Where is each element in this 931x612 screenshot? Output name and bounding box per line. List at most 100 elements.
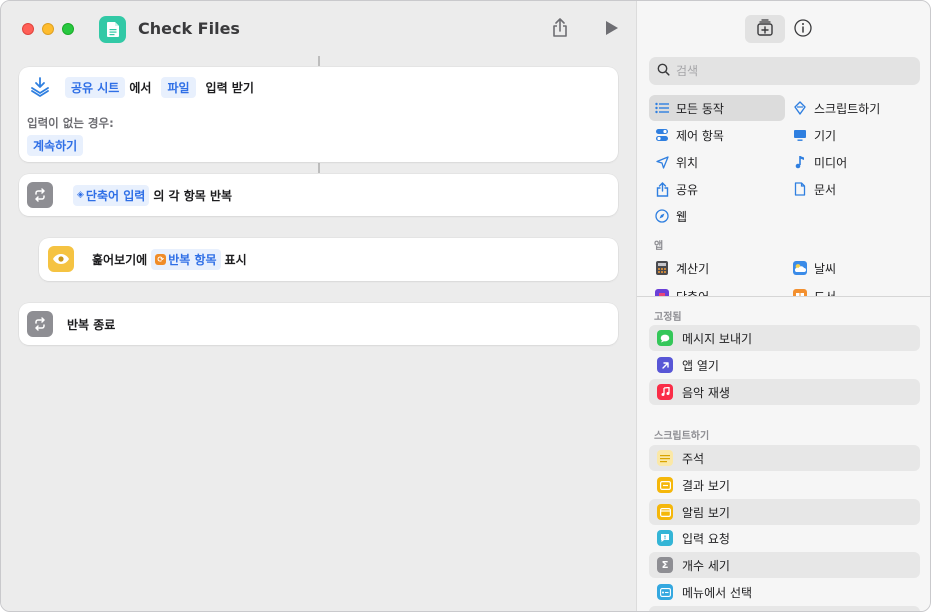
weather-icon bbox=[793, 261, 807, 275]
category-scripting[interactable]: 스크립트하기 bbox=[787, 95, 923, 121]
quick-look-prefix: 훑어보기에 bbox=[92, 252, 148, 267]
shortcuts-window: Check Files 공유 시트 에서 파일 입력 받기 입력이 없는 경우:… bbox=[0, 0, 931, 612]
category-location[interactable]: 위치 bbox=[649, 149, 785, 175]
app-list-clip: 단축어 도서 bbox=[637, 283, 930, 296]
shortcut-input-token[interactable]: ◈ 단축어 입력 bbox=[73, 184, 150, 206]
flow-connector bbox=[318, 56, 320, 66]
share-icon bbox=[655, 181, 669, 197]
menu-icon bbox=[657, 584, 673, 600]
app-books[interactable]: 도서 bbox=[787, 283, 923, 296]
category-label: 기기 bbox=[814, 128, 837, 143]
app-label: 도서 bbox=[814, 288, 836, 297]
close-button[interactable] bbox=[22, 23, 34, 35]
end-repeat-label: 반복 종료 bbox=[67, 317, 116, 332]
pinned-item-play-music[interactable]: 음악 재생 bbox=[649, 379, 920, 405]
repeat-icon bbox=[27, 182, 53, 208]
eye-icon bbox=[48, 246, 74, 272]
receive-input-action[interactable]: 공유 시트 에서 파일 입력 받기 입력이 없는 경우: 계속하기 bbox=[19, 67, 618, 162]
repeat-each-label: 의 각 항목 반복 bbox=[153, 188, 233, 203]
scripting-label: 입력 요청 bbox=[682, 531, 730, 546]
zoom-button[interactable] bbox=[62, 23, 74, 35]
sigma-icon: Σ bbox=[657, 557, 673, 573]
scripting-item-ask-input[interactable]: 입력 요청 bbox=[649, 525, 920, 551]
category-web[interactable]: 웹 bbox=[649, 203, 785, 229]
play-icon bbox=[605, 21, 619, 39]
category-device[interactable]: 기기 bbox=[787, 122, 923, 148]
scripting-label: 주석 bbox=[682, 451, 705, 466]
document-app-icon[interactable] bbox=[99, 16, 126, 43]
scripting-item-choose-from-menu[interactable]: 메뉴에서 선택 bbox=[649, 579, 920, 605]
pinned-item-open-app[interactable]: 앱 열기 bbox=[649, 352, 920, 378]
quick-look-action[interactable]: 훑어보기에 ⟳ 반복 항목 표시 bbox=[39, 238, 618, 281]
scripting-item-count[interactable]: Σ 개수 세기 bbox=[649, 552, 920, 578]
no-input-label: 입력이 없는 경우: bbox=[27, 116, 114, 130]
script-icon bbox=[793, 101, 807, 115]
category-label: 위치 bbox=[676, 155, 699, 170]
library-tab-button[interactable] bbox=[745, 15, 785, 43]
app-calculator[interactable]: 계산기 bbox=[649, 255, 785, 281]
receive-input-label: 입력 받기 bbox=[205, 80, 254, 95]
shortcuts-input-icon: ◈ bbox=[77, 190, 84, 200]
shortcut-input-label: 단축어 입력 bbox=[85, 188, 146, 203]
pinned-item-send-message[interactable]: 메시지 보내기 bbox=[649, 325, 920, 351]
scripting-item-show-alert[interactable]: 알림 보기 bbox=[649, 499, 920, 525]
action-library-pane: 모든 동작 스크립트하기 제어 항목 기기 bbox=[636, 1, 930, 611]
continue-token[interactable]: 계속하기 bbox=[27, 135, 84, 156]
category-controls[interactable]: 제어 항목 bbox=[649, 122, 785, 148]
display-icon bbox=[793, 128, 807, 142]
app-shortcuts[interactable]: 단축어 bbox=[649, 283, 785, 296]
calculator-icon bbox=[655, 261, 669, 275]
open-app-icon bbox=[657, 357, 673, 373]
flow-connector bbox=[318, 163, 320, 173]
list-icon bbox=[655, 101, 669, 115]
apps-section-label: 앱 bbox=[654, 241, 664, 252]
repeat-icon bbox=[27, 311, 53, 337]
category-documents[interactable]: 문서 bbox=[787, 176, 923, 202]
add-action-library-icon bbox=[756, 18, 774, 40]
category-label: 문서 bbox=[814, 182, 837, 197]
pinned-label: 음악 재생 bbox=[682, 385, 730, 400]
category-all-actions[interactable]: 모든 동작 bbox=[649, 95, 785, 121]
info-tab-button[interactable] bbox=[793, 18, 813, 41]
scripting-label: 결과 보기 bbox=[682, 478, 730, 493]
app-label: 계산기 bbox=[676, 261, 710, 276]
category-label: 공유 bbox=[676, 182, 699, 197]
repeat-item-token[interactable]: ⟳ 반복 항목 bbox=[151, 248, 221, 270]
scripting-item-show-result[interactable]: 결과 보기 bbox=[649, 472, 920, 498]
scripting-section-label: 스크립트하기 bbox=[654, 431, 710, 442]
receive-input-icon bbox=[29, 76, 51, 98]
end-repeat-action[interactable]: 반복 종료 bbox=[19, 303, 618, 345]
category-sharing[interactable]: 공유 bbox=[649, 176, 785, 202]
app-label: 날씨 bbox=[814, 261, 837, 276]
comment-icon bbox=[657, 450, 673, 466]
music-note-icon bbox=[793, 155, 807, 169]
app-label: 단축어 bbox=[676, 288, 709, 297]
window-controls bbox=[22, 23, 74, 35]
app-weather[interactable]: 날씨 bbox=[787, 255, 923, 281]
category-label: 제어 항목 bbox=[676, 128, 724, 143]
category-label: 모든 동작 bbox=[676, 101, 724, 116]
books-icon bbox=[793, 289, 807, 296]
file-type-token[interactable]: 파일 bbox=[161, 76, 196, 98]
share-button[interactable] bbox=[551, 18, 569, 41]
run-button[interactable] bbox=[605, 20, 619, 39]
repeat-each-action[interactable]: ◈ 단축어 입력 의 각 항목 반복 bbox=[19, 174, 618, 216]
document-icon bbox=[793, 182, 807, 196]
minimize-button[interactable] bbox=[42, 23, 54, 35]
pinned-section-label: 고정됨 bbox=[654, 312, 682, 323]
category-media[interactable]: 미디어 bbox=[787, 149, 923, 175]
search-field[interactable] bbox=[649, 57, 920, 85]
list-next-item-clipped bbox=[649, 606, 920, 611]
shortcut-title[interactable]: Check Files bbox=[138, 19, 240, 38]
pinned-label: 앱 열기 bbox=[682, 358, 719, 373]
alert-icon bbox=[657, 504, 673, 520]
search-input[interactable] bbox=[676, 64, 896, 78]
share-sheet-token[interactable]: 공유 시트 bbox=[65, 76, 126, 98]
search-icon bbox=[657, 63, 670, 79]
category-label: 스크립트하기 bbox=[814, 101, 881, 116]
compass-icon bbox=[655, 209, 669, 223]
library-divider bbox=[637, 296, 930, 297]
repeat-item-icon: ⟳ bbox=[155, 253, 167, 265]
editor-pane: Check Files 공유 시트 에서 파일 입력 받기 입력이 없는 경우:… bbox=[1, 1, 636, 611]
scripting-item-comment[interactable]: 주석 bbox=[649, 445, 920, 471]
